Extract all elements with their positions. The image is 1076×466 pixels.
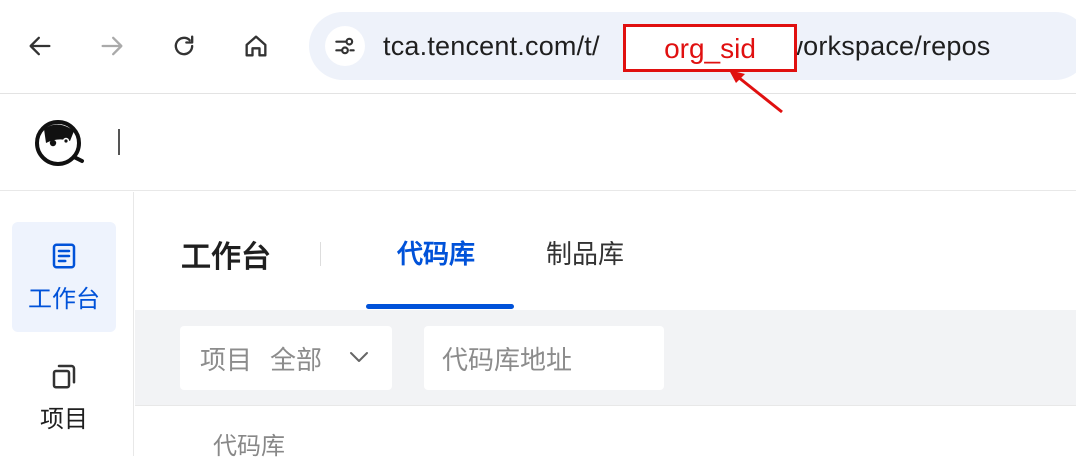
sidebar: 工作台 项目 <box>0 192 134 456</box>
home-icon[interactable] <box>236 26 276 66</box>
sidebar-item-label: 项目 <box>40 405 88 433</box>
project-select-value: 全部 <box>270 344 323 375</box>
repo-url-input[interactable]: 代码库地址 <box>424 326 664 390</box>
repo-table: 代码库 <box>135 406 1076 466</box>
url-suffix: /workspace/repos <box>775 31 991 61</box>
forward-arrow-icon[interactable] <box>92 26 132 66</box>
repo-url-placeholder: 代码库地址 <box>442 344 573 375</box>
sidebar-item-workbench[interactable]: 工作台 <box>12 222 116 332</box>
header-divider <box>118 129 120 155</box>
sidebar-item-label: 工作台 <box>28 285 100 313</box>
workbench-icon <box>52 243 76 268</box>
tab-bar: 工作台 代码库 制品库 <box>135 192 1076 310</box>
redaction-box: org_sid <box>623 24 797 72</box>
chevron-down-icon <box>350 352 368 362</box>
title-divider <box>320 242 321 266</box>
active-tab-indicator <box>366 304 514 309</box>
logo-icon[interactable] <box>32 117 88 169</box>
project-icon <box>52 364 76 388</box>
back-arrow-icon[interactable] <box>20 26 60 66</box>
main-content: 工作台 代码库 制品库 项目 全部 代码库地址 代码库 <box>135 192 1076 466</box>
reload-icon[interactable] <box>164 26 204 66</box>
browser-toolbar: tca.tencent.com/t/ /workspace/repos org_s… <box>0 0 1076 94</box>
project-select[interactable]: 项目 全部 <box>180 326 392 390</box>
tab-artifact-repos[interactable]: 制品库 <box>546 234 624 271</box>
sidebar-item-project[interactable]: 项目 <box>12 342 116 452</box>
tab-code-repos[interactable]: 代码库 <box>397 234 475 271</box>
site-settings-icon[interactable] <box>325 26 365 66</box>
project-select-label: 项目 <box>200 344 253 375</box>
filter-bar: 项目 全部 代码库地址 <box>135 310 1076 406</box>
app-header <box>0 95 1076 191</box>
page-title: 工作台 <box>181 241 271 274</box>
url-prefix: tca.tencent.com/t/ <box>383 31 600 61</box>
